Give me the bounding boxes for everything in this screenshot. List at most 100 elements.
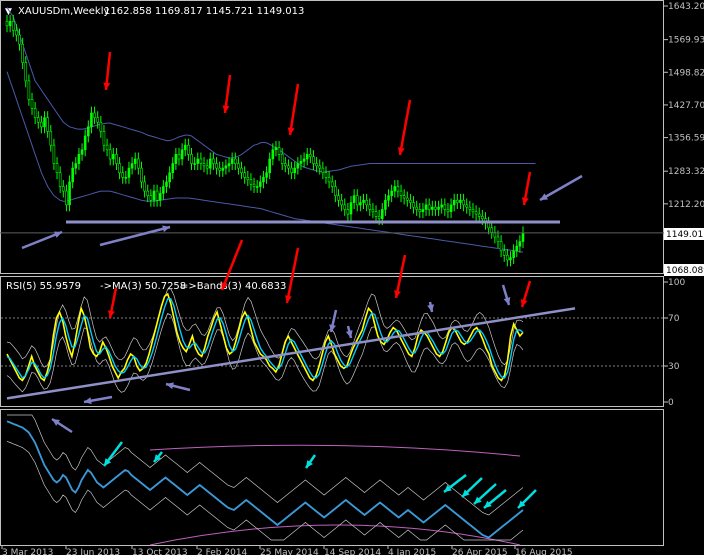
candle-body xyxy=(80,149,84,155)
candle-body xyxy=(262,177,265,183)
candle-body xyxy=(224,165,228,169)
candle-body xyxy=(30,98,34,109)
candle-body xyxy=(112,154,115,160)
candle-body xyxy=(52,144,56,164)
time-tick-label: 23 Jun 2013 xyxy=(66,548,120,555)
candle-body xyxy=(171,163,175,174)
candle-body xyxy=(118,163,121,174)
candle-body xyxy=(340,199,343,206)
candle-body xyxy=(487,222,490,229)
candle-body xyxy=(371,209,375,213)
price-tick-label: 1498.820 xyxy=(668,68,704,78)
current-price-label: 1149.013 xyxy=(666,230,704,240)
candle-body xyxy=(343,204,347,210)
candle-body xyxy=(137,158,140,169)
blue-arrow-icon xyxy=(99,225,171,247)
candle-body xyxy=(255,186,259,188)
candle-body xyxy=(237,163,240,169)
candle-body xyxy=(183,144,187,151)
candle-body xyxy=(74,163,78,169)
envelope-lower-line xyxy=(6,71,524,253)
candle-body xyxy=(471,209,475,213)
candle-body xyxy=(271,149,275,160)
annotations xyxy=(21,51,583,509)
rsi-tick-label: 100 xyxy=(668,278,685,288)
candle-body xyxy=(127,167,131,178)
candle-body xyxy=(90,112,93,128)
candle-body xyxy=(11,20,15,31)
lower-main-line xyxy=(6,420,524,539)
candle-body xyxy=(368,204,372,210)
candle-body xyxy=(162,186,165,194)
candle-body xyxy=(402,195,406,199)
price-tick-label: 1212.205 xyxy=(668,200,704,210)
candle-body xyxy=(146,190,150,196)
candle-body xyxy=(230,158,234,164)
candle-body xyxy=(205,165,209,169)
candle-body xyxy=(355,195,359,206)
candle-body xyxy=(315,163,318,167)
candle-body xyxy=(409,199,412,203)
candle-body xyxy=(102,131,106,146)
candle-body xyxy=(474,211,478,215)
candle-body xyxy=(509,257,512,261)
candle-body xyxy=(83,135,87,151)
candle-body xyxy=(437,206,440,210)
candle-body xyxy=(299,160,303,164)
candle-body xyxy=(468,206,472,210)
red-arrow-icon xyxy=(288,83,300,136)
candle-body xyxy=(280,154,284,164)
rsi-lines xyxy=(1,288,663,400)
candle-body xyxy=(393,186,397,192)
pink-upper-curve xyxy=(149,444,521,457)
envelope-lines xyxy=(6,7,536,253)
candle-body xyxy=(165,181,168,187)
rsi-ma-label: ->MA(3) 50.7258 xyxy=(100,281,186,292)
ohlc-readout: 1162.858 1169.817 1145.721 1149.013 xyxy=(104,6,304,17)
candle-body xyxy=(93,112,96,118)
candle-body xyxy=(387,195,390,201)
candle-body xyxy=(337,195,340,201)
candle-body xyxy=(240,167,243,174)
candle-body xyxy=(8,20,12,27)
rsi-tick-label: 70 xyxy=(668,314,680,324)
candle-body xyxy=(58,172,62,187)
candle-body xyxy=(427,204,431,210)
candle-body xyxy=(384,199,387,210)
candle-body xyxy=(506,255,509,261)
candle-body xyxy=(412,202,415,208)
symbol-title: XAUUSDm,Weekly xyxy=(18,6,109,17)
candle-body xyxy=(377,216,381,219)
candle-body xyxy=(518,241,522,247)
candle-body xyxy=(252,183,256,187)
chart-canvas: ▼ XAUUSDm,Weekly 1162.858 1169.817 1145.… xyxy=(0,0,704,555)
candle-body xyxy=(168,172,171,183)
time-tick-label: 13 Oct 2013 xyxy=(132,548,188,555)
candle-body xyxy=(249,179,253,185)
lower-band-upper xyxy=(7,414,524,516)
rsi-axis: 100 70 30 0 xyxy=(664,278,685,408)
candle-body xyxy=(456,199,459,203)
low-marker-label: 1068.089 xyxy=(666,266,704,276)
candle-body xyxy=(446,209,450,213)
time-tick-label: 16 Aug 2015 xyxy=(515,548,573,555)
candle-body xyxy=(99,121,103,132)
candle-body xyxy=(287,165,290,169)
candle-body xyxy=(418,209,422,213)
candle-body xyxy=(334,186,337,196)
candle-body xyxy=(324,172,328,178)
candle-body xyxy=(43,117,46,128)
candle-body xyxy=(243,172,246,178)
candle-body xyxy=(133,158,137,164)
candle-body xyxy=(318,165,322,169)
candle-body xyxy=(40,121,43,128)
candle-body xyxy=(115,154,118,164)
candle-body xyxy=(61,186,65,192)
candle-body xyxy=(215,163,218,169)
candle-body xyxy=(365,199,368,206)
candle-body xyxy=(327,177,331,183)
candle-body xyxy=(352,195,356,203)
candle-body xyxy=(415,206,418,210)
candle-body xyxy=(36,117,40,123)
candle-body xyxy=(208,158,212,169)
